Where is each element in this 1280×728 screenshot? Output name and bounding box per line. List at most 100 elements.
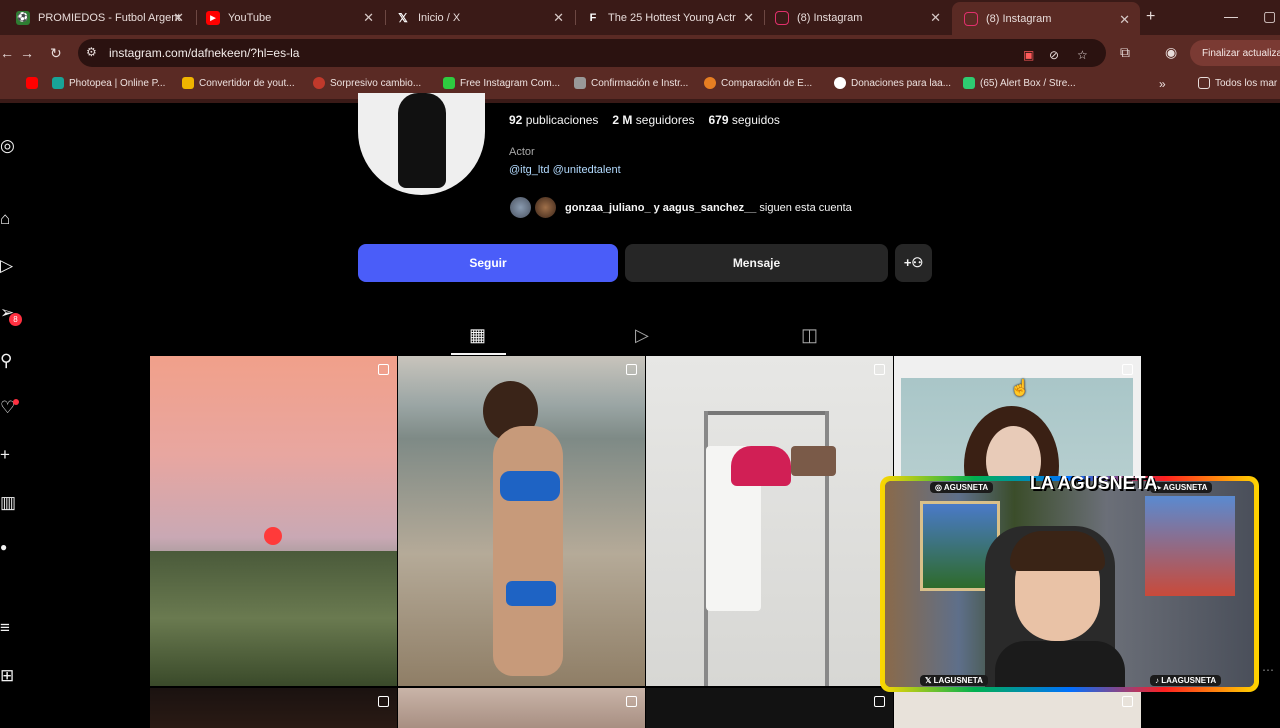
tab-title: Inicio / X — [418, 11, 461, 24]
maximize-icon[interactable]: ▢ — [1263, 8, 1276, 25]
tab-instagram-1[interactable]: (8) Instagram ✕ — [763, 0, 951, 35]
streamer-hair — [1010, 531, 1105, 571]
more-options-icon[interactable]: ⋯ — [1262, 663, 1274, 677]
search-icon[interactable]: ⚲ — [0, 351, 18, 371]
more-bookmarks-icon[interactable]: » — [1159, 77, 1166, 91]
star-icon[interactable]: ☆ — [1077, 48, 1088, 62]
site-settings-icon[interactable]: ⚙ — [86, 45, 97, 59]
menu-icon[interactable]: ≡ — [0, 618, 18, 638]
instagram-logo-icon[interactable]: ◎ — [0, 136, 18, 156]
reels-icon[interactable]: ▷ — [0, 256, 18, 276]
mentions-text[interactable]: @itg_ltd @unitedtalent — [509, 164, 621, 176]
stream-webcam-overlay: ◎ AGUSNETA ▶ AGUSNETA 𝕏 LAGUSNETA ♪ LAAG… — [880, 476, 1259, 692]
extensions-icon[interactable]: ⧉ — [1120, 44, 1130, 61]
tab-promiedos[interactable]: ⚽ PROMIEDOS - Futbol Argent ✕ — [4, 0, 194, 35]
posts-stat[interactable]: 92 publicaciones — [509, 113, 598, 127]
tab-title: The 25 Hottest Young Actre: — [608, 11, 736, 24]
bookmark-alert-box[interactable]: (65) Alert Box / Stre... — [963, 77, 1076, 89]
forward-icon[interactable]: → — [20, 45, 34, 61]
bookmark-free-instagram[interactable]: Free Instagram Com... — [443, 77, 560, 89]
close-icon[interactable]: ✕ — [743, 10, 754, 26]
x-handle-text: LAGUSNETA — [933, 676, 983, 685]
youtube-icon — [26, 77, 38, 89]
post-thumbnail[interactable] — [894, 688, 1141, 728]
bookmark-confirmacion[interactable]: Confirmación e Instr... — [574, 77, 688, 89]
back-icon[interactable]: ← — [0, 45, 14, 61]
multi-post-icon — [1122, 364, 1133, 375]
stream-logo: LA AGUSNETA — [1030, 476, 1158, 493]
tagged-tab-icon[interactable]: ◫ — [801, 325, 818, 346]
followed-by[interactable]: gonzaa_juliano_ y aagus_sanchez__ siguen… — [565, 202, 852, 214]
bookmark-label: Comparación de E... — [721, 77, 813, 89]
posts-count: 92 — [509, 113, 523, 127]
home-icon[interactable]: ⌂ — [0, 209, 18, 229]
post-thumbnail[interactable] — [150, 356, 397, 686]
post-thumbnail[interactable] — [646, 356, 893, 686]
new-tab-button[interactable]: + — [1146, 8, 1155, 26]
browser-chrome: ⚽ PROMIEDOS - Futbol Argent ✕ ▶ YouTube … — [0, 0, 1280, 103]
bookmark-photopea[interactable]: Photopea | Online P... — [52, 77, 165, 89]
followers-count: 2 M — [612, 113, 633, 127]
add-person-icon[interactable]: +⚇ — [895, 244, 932, 282]
url-text[interactable]: instagram.com/dafnekeen/?hl=es-la — [109, 46, 299, 60]
dashboard-icon[interactable]: ▥ — [0, 493, 18, 513]
converter-icon — [182, 77, 194, 89]
close-icon[interactable]: ✕ — [363, 10, 374, 26]
following-stat[interactable]: 679 seguidos — [709, 113, 780, 127]
bookmark-sorpresivo[interactable]: Sorpresivo cambio... — [313, 77, 421, 89]
posts-grid-tab[interactable]: ▦ — [469, 325, 486, 346]
bookmark-convertidor[interactable]: Convertidor de yout... — [182, 77, 295, 89]
message-button[interactable]: Mensaje — [625, 244, 888, 282]
eye-off-icon[interactable]: ⊘ — [1049, 48, 1059, 62]
bookmark-youtube[interactable] — [26, 77, 43, 89]
profile-avatar-icon[interactable]: ● — [0, 540, 18, 554]
sun-shape — [264, 527, 282, 545]
bookmark-label: Todos los mar — [1215, 77, 1278, 89]
close-icon[interactable]: ✕ — [173, 10, 184, 26]
tab-instagram-active[interactable]: (8) Instagram ✕ — [952, 2, 1140, 35]
instagram-icon — [964, 11, 978, 26]
apps-icon[interactable]: ⊞ — [0, 666, 18, 686]
top-shape — [500, 471, 560, 501]
profile-links[interactable]: @itg_ltd @unitedtalent — [509, 164, 621, 176]
create-icon[interactable]: + — [0, 445, 18, 465]
minimize-icon[interactable]: — — [1224, 8, 1238, 24]
close-icon[interactable]: ✕ — [553, 10, 564, 26]
youtube-handle-text: AGUSNETA — [1163, 483, 1208, 492]
garment-shape — [731, 446, 791, 486]
tab-youtube[interactable]: ▶ YouTube ✕ — [194, 0, 384, 35]
browser-toolbar: ← → ↻ ⚙ instagram.com/dafnekeen/?hl=es-l… — [0, 35, 1280, 71]
post-thumbnail[interactable] — [398, 356, 645, 686]
profile-category: Actor — [509, 146, 535, 158]
bookmark-donaciones[interactable]: Donaciones para laa... — [834, 77, 951, 89]
close-icon[interactable]: ✕ — [1119, 12, 1130, 28]
notification-dot — [13, 399, 19, 405]
tiktok-handle: ♪ LAAGUSNETA — [1150, 675, 1222, 686]
article-icon: F — [589, 11, 597, 24]
reload-icon[interactable]: ↻ — [50, 45, 62, 62]
profile-avatar[interactable] — [358, 93, 485, 195]
reels-tab-icon[interactable]: ▷ — [635, 325, 649, 346]
posts-label: publicaciones — [525, 113, 599, 127]
follower-avatar[interactable] — [533, 195, 558, 220]
tab-article[interactable]: F The 25 Hottest Young Actre: ✕ — [574, 0, 764, 35]
address-bar[interactable]: ⚙ instagram.com/dafnekeen/?hl=es-la ▣ ⊘ … — [78, 39, 1106, 67]
finalize-update-button[interactable]: Finalizar actualiza — [1190, 40, 1280, 66]
profile-icon[interactable]: ◉ — [1165, 44, 1177, 61]
multi-post-icon — [874, 696, 885, 707]
follower-avatar[interactable] — [508, 195, 533, 220]
multi-post-icon — [874, 364, 885, 375]
post-thumbnail[interactable] — [150, 688, 397, 728]
tab-x[interactable]: 𝕏 Inicio / X ✕ — [384, 0, 574, 35]
all-bookmarks[interactable]: Todos los mar — [1198, 77, 1277, 89]
streamer-shirt — [995, 641, 1125, 687]
post-thumbnail[interactable] — [398, 688, 645, 728]
followers-stat[interactable]: 2 M seguidores — [612, 113, 694, 127]
post-thumbnail[interactable] — [646, 688, 893, 728]
tiktok-handle-text: LAAGUSNETA — [1161, 676, 1217, 685]
follow-button[interactable]: Seguir — [358, 244, 618, 282]
followed-by-names: gonzaa_juliano_ y aagus_sanchez__ — [565, 202, 757, 214]
close-icon[interactable]: ✕ — [930, 10, 941, 26]
cast-icon[interactable]: ▣ — [1023, 48, 1034, 62]
bookmark-comparacion[interactable]: Comparación de E... — [704, 77, 812, 89]
